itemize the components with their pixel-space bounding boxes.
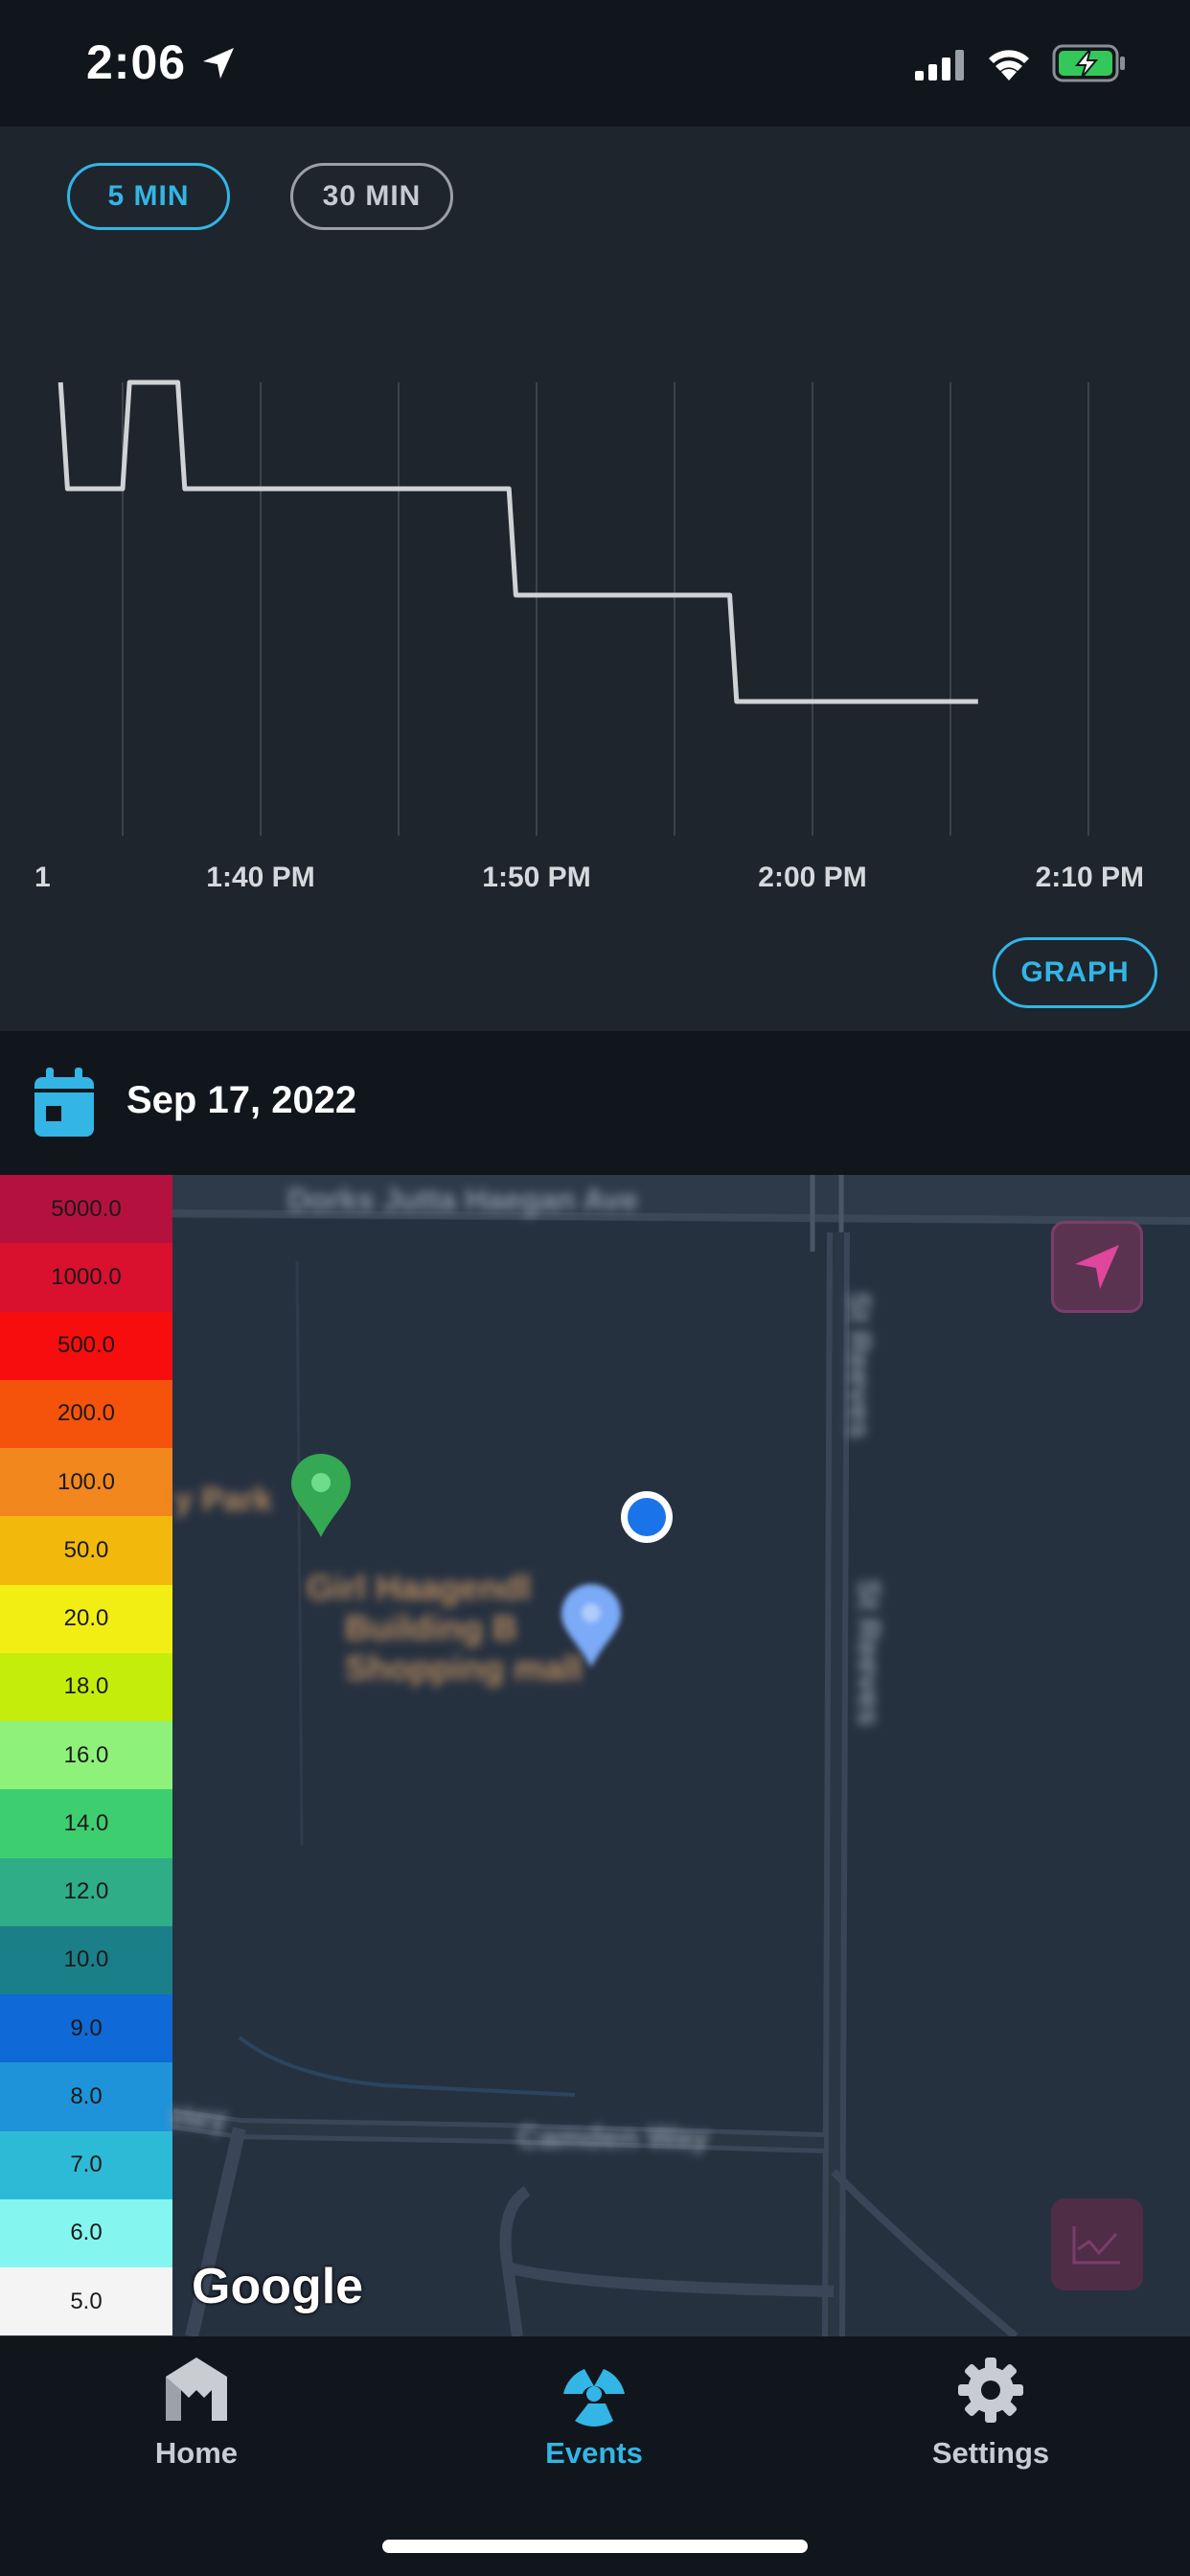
home-logo-icon [166,2358,227,2421]
chart-x-tick: 2:00 PM [758,862,867,893]
status-time: 2:06 [86,35,187,89]
map-view[interactable]: 5000.0 1000.0 500.0 200.0 100.0 50.0 20.0 18.0 1… [0,1175,1190,2336]
navigation-arrow-icon [1075,1245,1119,1289]
tab-home[interactable]: Home [53,2336,340,2509]
tab-settings-label: Settings [931,2436,1050,2470]
map-label-park: y Park [174,1482,273,1518]
legend-row-6-0: 6.0 [0,2198,172,2267]
map-label-road-east: St Reeves [841,1292,877,1438]
wifi-icon [989,50,1029,80]
status-bar: 2:06 [0,0,1190,126]
dose-rate-legend: 5000.0 1000.0 500.0 200.0 100.0 50.0 20.0 18.0 1… [0,1175,172,2336]
legend-row-10-0: 10.0 [0,1925,172,1994]
map-label-street: Dorks Jutta Haegan Ave [287,1183,638,1217]
legend-row-100-0: 100.0 [0,1448,172,1517]
map-roads [171,1175,1190,2336]
legend-row-16-0: 16.0 [0,1721,172,1790]
location-arrow-icon [203,48,234,79]
home-indicator [382,2540,808,2553]
chart-panel: 5 MIN 30 MIN 1 1:40 PM 1:50 PM 2:00 PM 2:10 … [0,126,1190,1031]
park-pin-icon[interactable] [289,1453,353,1539]
map-chart-button[interactable] [1051,2198,1143,2290]
building-pin-icon[interactable] [560,1583,623,1669]
selected-date[interactable]: Sep 17, 2022 [126,1079,356,1122]
map-label-road-south: Camden Way [517,2120,709,2154]
legend-row-5000-0: 5000.0 [0,1175,172,1244]
google-attribution: Google [192,2259,364,2314]
tab-events-label: Events [545,2436,643,2470]
legend-row-1000-0: 1000.0 [0,1243,172,1312]
legend-row-200-0: 200.0 [0,1379,172,1448]
legend-row-7-0: 7.0 [0,2130,172,2199]
legend-row-9-0: 9.0 [0,1994,172,2063]
chart-series-line [57,380,978,704]
calendar-icon[interactable] [33,1068,96,1138]
graph-button[interactable]: GRAPH [993,937,1157,1008]
date-bar[interactable]: Sep 17, 2022 [0,1031,1190,1175]
range-30-min-button[interactable]: 30 MIN [290,163,453,230]
tab-events[interactable]: Events [450,2336,738,2509]
legend-row-20-0: 20.0 [0,1584,172,1653]
legend-row-14-0: 14.0 [0,1789,172,1858]
map-label-building: Girl Haagendl Building B Shopping mall [307,1568,583,1688]
tab-settings[interactable]: Settings [847,2336,1134,2509]
legend-row-18-0: 18.0 [0,1652,172,1721]
battery-charging-icon [1052,44,1125,82]
chart-x-tick: 1:50 PM [482,862,591,893]
current-location-dot-icon [621,1491,673,1543]
recenter-location-button[interactable] [1051,1221,1143,1313]
gear-icon [958,2358,1023,2423]
legend-row-12-0: 12.0 [0,1857,172,1926]
chart-x-tick: 1 [34,862,51,893]
radiation-icon [563,2369,625,2427]
tab-bar: Home Events Settings [0,2336,1190,2576]
chart-x-tick: 1:40 PM [206,862,315,893]
tab-home-label: Home [154,2436,239,2470]
chart-x-tick: 2:10 PM [1035,862,1144,893]
pulse-chart-icon [1072,2226,1120,2265]
legend-row-8-0: 8.0 [0,2062,172,2131]
legend-row-500-0: 500.0 [0,1311,172,1380]
readings-chart [57,380,1089,836]
range-5-min-button[interactable]: 5 MIN [67,163,230,230]
map-label-road-east-2: St Reeves [851,1579,886,1726]
map-label-road-west: Hey [171,2101,227,2135]
legend-row-5-0: 5.0 [0,2267,172,2336]
cellular-signal-icon [915,50,964,80]
legend-row-50-0: 50.0 [0,1516,172,1585]
